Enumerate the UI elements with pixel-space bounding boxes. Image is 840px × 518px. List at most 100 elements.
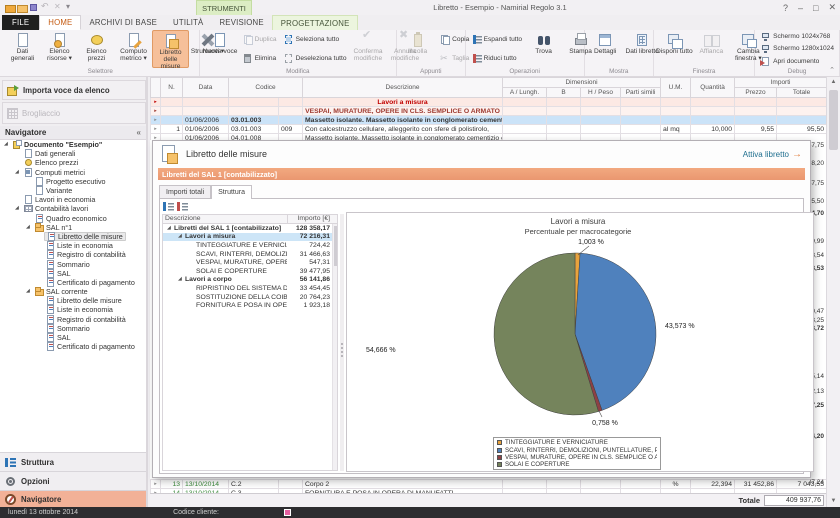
col-header-dimensioni[interactable]: Dimensioni bbox=[503, 78, 661, 88]
table-row[interactable]: ▸ 1 01/06/2006 03.01.003 009 Con calcest… bbox=[151, 125, 827, 134]
ribbon-button[interactable]: Deseleziona tutto bbox=[280, 49, 350, 68]
navigator-tree-item[interactable]: Sommario bbox=[0, 324, 146, 333]
import-from-list-button[interactable]: Importa voce da elenco bbox=[2, 80, 146, 100]
structure-tree-row[interactable]: Libretti del SAL 1 [contabilizzato] 128 … bbox=[163, 224, 337, 233]
structure-tree-row[interactable]: Lavori a corpo 56 141,86 bbox=[163, 276, 337, 285]
col-header-um[interactable]: U.M. bbox=[661, 78, 691, 98]
tree-expander-icon[interactable] bbox=[4, 140, 11, 149]
ribbon-button[interactable]: Disponi tutto bbox=[656, 30, 693, 68]
quick-access-icon[interactable] bbox=[29, 3, 38, 12]
ribbon-collapse-icon[interactable]: ⌃ bbox=[829, 66, 835, 74]
col-header-b[interactable]: B bbox=[547, 88, 581, 98]
quick-access-icon[interactable] bbox=[17, 3, 26, 12]
ribbon-button[interactable]: Elimina bbox=[239, 49, 280, 68]
col-header-codice[interactable]: Codice bbox=[229, 78, 303, 98]
tree-col-descrizione[interactable]: Descrizione bbox=[163, 215, 287, 223]
panel-switch-button[interactable]: Navigatore bbox=[0, 490, 146, 507]
collapse-all-icon[interactable] bbox=[177, 201, 188, 212]
ribbon-button[interactable]: Espandi tutto bbox=[468, 30, 526, 49]
ribbon-button[interactable]: Dettagli bbox=[587, 30, 624, 68]
tree-expander-icon[interactable] bbox=[15, 204, 22, 213]
col-header-totale[interactable]: Totale bbox=[777, 88, 827, 98]
col-header-importi[interactable]: Importi bbox=[735, 78, 827, 88]
tree-expander-icon[interactable] bbox=[26, 223, 33, 232]
quick-access-icon[interactable] bbox=[5, 3, 14, 12]
structure-tree-row[interactable]: SOSTITUZIONE DELLA COIBENTAZIO 20 764,23 bbox=[163, 293, 337, 302]
navigator-tree-item[interactable]: SAL bbox=[0, 333, 146, 342]
ribbon-button[interactable]: Taglia bbox=[436, 49, 472, 68]
splitter-handle[interactable] bbox=[340, 214, 344, 471]
structure-tree-row[interactable]: SCAVI, RINTERRI, DEMOLIZIONI, PU 31 466,… bbox=[163, 250, 337, 259]
structure-tree-row[interactable]: TINTEGGIATURE E VERNICIATURE 724,42 bbox=[163, 241, 337, 250]
status-notification-icon[interactable] bbox=[284, 509, 291, 516]
structure-tree-row[interactable]: VESPAI, MURATURE, OPERE IN CLS. 547,31 bbox=[163, 258, 337, 267]
ribbon-button[interactable]: Affianca bbox=[693, 30, 730, 68]
col-header-data[interactable]: Data bbox=[183, 78, 229, 98]
navigator-tree-item[interactable]: Dati generali bbox=[0, 149, 146, 158]
navigator-tree-item[interactable]: Progetto esecutivo bbox=[0, 177, 146, 186]
navigator-tree-item[interactable]: Certificato di pagamento bbox=[0, 278, 146, 287]
ribbon-tab[interactable]: ARCHIVI DI BASE bbox=[81, 15, 165, 30]
activate-libretto-link[interactable]: Attiva libretto → bbox=[743, 149, 802, 160]
navigator-tree-item[interactable]: Liste in economia bbox=[0, 305, 146, 314]
structure-tree-row[interactable]: Lavori a misura 72 216,31 bbox=[163, 233, 337, 242]
ribbon-tab[interactable]: REVISIONE bbox=[211, 15, 271, 30]
tree-col-importo[interactable]: Importo [€] bbox=[287, 215, 337, 223]
brogliaccio-button[interactable]: Brogliaccio bbox=[2, 102, 146, 124]
navigator-tree-item[interactable]: Quadro economico bbox=[0, 214, 146, 223]
tree-expander-icon[interactable] bbox=[178, 232, 185, 241]
ribbon-button[interactable]: Libretto delle misure bbox=[152, 30, 189, 68]
col-header-a-lungh[interactable]: A / Lungh. bbox=[503, 88, 547, 98]
structure-tree-row[interactable]: SOLAI E COPERTURE 39 477,95 bbox=[163, 267, 337, 276]
expand-all-icon[interactable] bbox=[163, 201, 174, 212]
table-row-selected[interactable]: ▸ 01/06/2006 03.01.003 Massetto isolante… bbox=[151, 116, 827, 125]
minimize-button[interactable]: – bbox=[798, 3, 803, 13]
navigator-tree-item[interactable]: Computi metrici bbox=[0, 168, 146, 177]
ribbon-tab[interactable]: FILE bbox=[2, 15, 39, 30]
scroll-up-arrow[interactable]: ▲ bbox=[827, 77, 840, 88]
navigator-tree-item[interactable]: Registro di contabilità bbox=[0, 250, 146, 259]
col-header-n[interactable]: N. bbox=[161, 78, 183, 98]
ribbon-button[interactable]: Schermo 1024x768 bbox=[757, 30, 837, 43]
navigator-tree-item[interactable]: SAL bbox=[0, 269, 146, 278]
ribbon-button[interactable]: Dati generali bbox=[4, 30, 41, 68]
vertical-scrollbar[interactable]: ▲ ▼ bbox=[826, 77, 840, 507]
navigator-tree-item[interactable]: Elenco prezzi bbox=[0, 158, 146, 167]
table-row-category[interactable]: ▸ Lavori a misura bbox=[151, 98, 827, 107]
panel-switch-button[interactable]: Opzioni bbox=[0, 471, 146, 490]
tree-scrollbar[interactable] bbox=[332, 224, 337, 470]
structure-tree-row[interactable]: FORNITURA E POSA IN OPERA DI MA 1 923,18 bbox=[163, 301, 337, 310]
ribbon-button[interactable]: Elenco prezzi bbox=[78, 30, 115, 68]
ribbon-tab[interactable]: HOME bbox=[39, 15, 81, 30]
navigator-tree-item[interactable]: SAL corrente bbox=[0, 287, 146, 296]
ribbon-button[interactable]: Incolla bbox=[399, 30, 436, 68]
ribbon-button[interactable]: Conferma modifiche bbox=[350, 30, 387, 68]
table-row[interactable]: ▸ 13 13/10/2014 C.2 Corpo 2 % 22,394 31 … bbox=[151, 480, 827, 489]
structure-tree-row[interactable]: RIPRISTINO DEL SISTEMA DI APERTI. 33 454… bbox=[163, 284, 337, 293]
panel-switch-button[interactable]: Struttura bbox=[0, 452, 146, 471]
navigator-tree-item[interactable]: Sommario bbox=[0, 259, 146, 268]
tree-expander-icon[interactable] bbox=[178, 275, 185, 284]
tree-expander-icon[interactable] bbox=[15, 168, 22, 177]
navigator-tree-item[interactable]: Certificato di pagamento bbox=[0, 342, 146, 351]
restore-button[interactable]: □ bbox=[813, 3, 818, 13]
ribbon-tab[interactable]: UTILITÀ bbox=[165, 15, 211, 30]
ribbon-button[interactable]: Apri documento bbox=[757, 55, 837, 68]
quick-access-icon[interactable] bbox=[65, 3, 74, 12]
ribbon-tab[interactable]: PROGETTAZIONE bbox=[272, 15, 359, 30]
ribbon-button[interactable]: Duplica bbox=[239, 30, 280, 49]
navigator-tree-item[interactable]: Registro di contabilità bbox=[0, 315, 146, 324]
navigator-tree-item[interactable]: Libretto delle misure bbox=[0, 232, 146, 241]
libretto-tab[interactable]: Struttura bbox=[211, 185, 252, 199]
col-header-quantita[interactable]: Quantità bbox=[691, 78, 735, 98]
navigator-tree-item[interactable]: Variante bbox=[0, 186, 146, 195]
col-header-h-peso[interactable]: H / Peso bbox=[581, 88, 621, 98]
scroll-down-arrow[interactable]: ▼ bbox=[827, 496, 840, 507]
tree-expander-icon[interactable] bbox=[26, 287, 33, 296]
table-row-subcategory[interactable]: ▸ VESPAI, MURATURE, OPERE IN CLS. SEMPLI… bbox=[151, 107, 827, 116]
navigator-tree-item[interactable]: Libretto delle misure bbox=[0, 296, 146, 305]
close-button[interactable]: ✕ bbox=[828, 2, 836, 13]
collapse-panel-icon[interactable]: « bbox=[137, 128, 141, 137]
help-button[interactable]: ? bbox=[783, 3, 788, 13]
scrollbar-thumb[interactable] bbox=[829, 90, 838, 150]
